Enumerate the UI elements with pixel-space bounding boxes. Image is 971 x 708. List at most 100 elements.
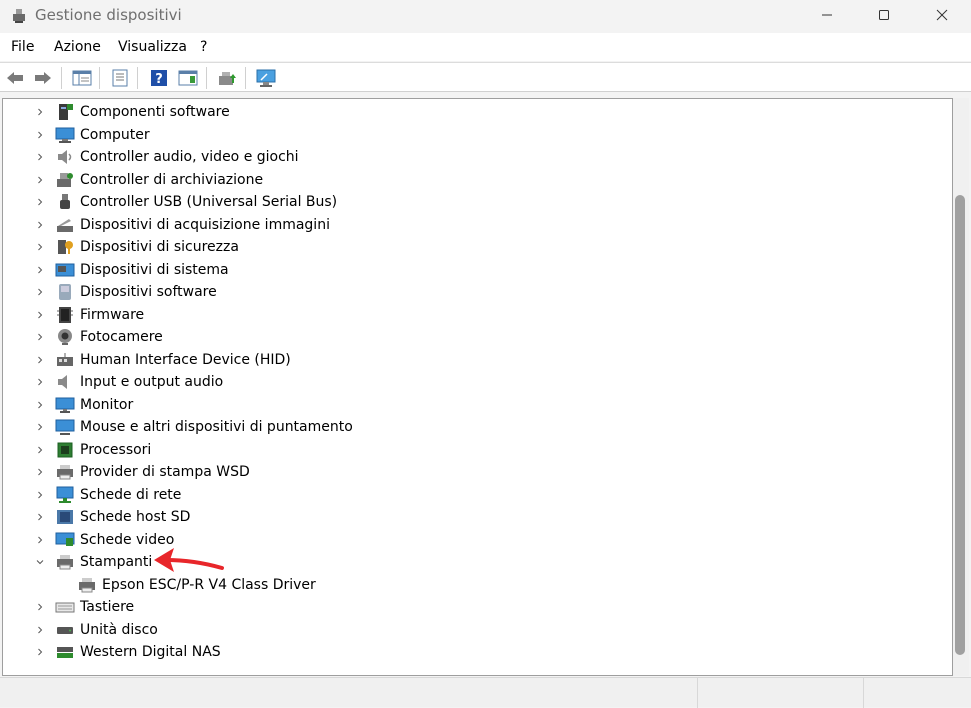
chevron-right-icon[interactable] xyxy=(33,150,47,164)
chevron-right-icon[interactable] xyxy=(33,353,47,367)
back-button[interactable] xyxy=(4,67,26,89)
tree-category[interactable]: Fotocamere xyxy=(33,326,163,348)
chevron-right-icon[interactable] xyxy=(33,443,47,457)
mouse-icon xyxy=(55,417,75,437)
firmware-icon xyxy=(55,305,75,325)
chevron-right-icon[interactable] xyxy=(33,308,47,322)
menu-visualizza[interactable]: Visualizza xyxy=(118,39,187,55)
nas-icon xyxy=(55,642,75,662)
chevron-right-icon[interactable] xyxy=(33,420,47,434)
processor-icon xyxy=(55,440,75,460)
tree-category[interactable]: Schede host SD xyxy=(33,506,190,528)
chevron-right-icon[interactable] xyxy=(33,330,47,344)
chevron-right-icon[interactable] xyxy=(33,218,47,232)
monitor-icon xyxy=(55,395,75,415)
tree-item-label: Controller di archiviazione xyxy=(80,171,264,188)
properties-icon xyxy=(112,69,128,87)
chevron-right-icon[interactable] xyxy=(33,623,47,637)
toolbar-separator xyxy=(61,67,62,89)
help-button[interactable]: ? xyxy=(148,67,170,89)
tree-category[interactable]: Input e output audio xyxy=(33,371,223,393)
forward-icon xyxy=(35,72,51,84)
chevron-right-icon[interactable] xyxy=(33,195,47,209)
chevron-right-icon[interactable] xyxy=(33,533,47,547)
menu-azione[interactable]: Azione xyxy=(54,39,101,55)
tree-item-label: Dispositivi di acquisizione immagini xyxy=(80,216,330,233)
chevron-right-icon[interactable] xyxy=(33,240,47,254)
tree-category[interactable]: Stampanti xyxy=(33,551,152,573)
chevron-right-icon[interactable] xyxy=(33,600,47,614)
maximize-button[interactable] xyxy=(855,0,913,30)
disk-drive-icon xyxy=(55,620,75,640)
tree-category[interactable]: Dispositivi di sicurezza xyxy=(33,236,239,258)
tree-category[interactable]: Dispositivi di sistema xyxy=(33,259,229,281)
menu-help[interactable]: ? xyxy=(200,39,207,55)
tree-category[interactable]: Tastiere xyxy=(33,596,134,618)
chevron-down-icon[interactable] xyxy=(33,555,47,569)
tree-item-label: Computer xyxy=(80,126,150,143)
tree-item-label: Processori xyxy=(80,441,152,458)
network-adapter-icon xyxy=(55,485,75,505)
chevron-right-icon[interactable] xyxy=(33,285,47,299)
menu-file[interactable]: File xyxy=(11,39,34,55)
properties-button[interactable] xyxy=(109,67,131,89)
toolbar-separator xyxy=(206,67,207,89)
close-button[interactable] xyxy=(913,0,971,30)
action-pane-button[interactable] xyxy=(177,67,199,89)
tree-category[interactable]: Computer xyxy=(33,124,150,146)
tree-category[interactable]: Dispositivi di acquisizione immagini xyxy=(33,214,330,236)
device-manager-app-icon xyxy=(13,9,25,23)
tree-category[interactable]: Mouse e altri dispositivi di puntamento xyxy=(33,416,353,438)
forward-button[interactable] xyxy=(32,67,54,89)
chevron-right-icon[interactable] xyxy=(33,375,47,389)
chevron-right-icon[interactable] xyxy=(33,263,47,277)
tree-category[interactable]: Human Interface Device (HID) xyxy=(33,349,291,371)
action-pane-icon xyxy=(178,70,198,86)
close-icon xyxy=(936,9,948,21)
tree-category[interactable]: Schede di rete xyxy=(33,484,181,506)
tree-category[interactable]: Provider di stampa WSD xyxy=(33,461,250,483)
scanner-icon xyxy=(55,215,75,235)
chevron-right-icon[interactable] xyxy=(33,645,47,659)
security-device-icon xyxy=(55,237,75,257)
back-icon xyxy=(7,72,23,84)
tree-category[interactable]: Monitor xyxy=(33,394,133,416)
chevron-right-icon[interactable] xyxy=(33,398,47,412)
tree-category[interactable]: Controller di archiviazione xyxy=(33,169,263,191)
usb-icon xyxy=(55,192,75,212)
tree-category[interactable]: Componenti software xyxy=(33,101,230,123)
tree-category[interactable]: Controller audio, video e giochi xyxy=(33,146,299,168)
tree-item-label: Schede host SD xyxy=(80,509,191,525)
toolbar-separator xyxy=(137,67,138,89)
properties-pane-icon xyxy=(72,70,92,86)
chevron-right-icon[interactable] xyxy=(33,465,47,479)
show-hide-console-tree-button[interactable] xyxy=(71,67,93,89)
chevron-right-icon[interactable] xyxy=(33,173,47,187)
tree-item-label: Stampanti xyxy=(80,554,153,570)
software-component-icon xyxy=(55,102,75,122)
chevron-right-icon[interactable] xyxy=(33,488,47,502)
tree-category[interactable]: Controller USB (Universal Serial Bus) xyxy=(33,191,337,213)
tree-category[interactable]: Firmware xyxy=(33,304,144,326)
scan-hardware-icon xyxy=(256,69,276,87)
sd-host-icon xyxy=(55,507,75,527)
tree-item-label: Dispositivi di sicurezza xyxy=(80,239,239,255)
scrollbar-thumb[interactable] xyxy=(955,195,965,655)
minimize-button[interactable] xyxy=(798,0,856,30)
computer-icon xyxy=(55,125,75,145)
tree-item-label: Firmware xyxy=(80,306,145,323)
annotation-arrow xyxy=(154,548,224,572)
tree-category[interactable]: Unità disco xyxy=(33,619,158,641)
chevron-right-icon[interactable] xyxy=(33,128,47,142)
tree-category[interactable]: Western Digital NAS xyxy=(33,641,221,663)
tree-category[interactable]: Processori xyxy=(33,439,151,461)
chevron-right-icon[interactable] xyxy=(33,510,47,524)
tree-item-label: Tastiere xyxy=(80,599,135,615)
tree-category[interactable]: Dispositivi software xyxy=(33,281,217,303)
svg-text:?: ? xyxy=(155,72,163,87)
update-driver-button[interactable] xyxy=(216,67,238,89)
chevron-right-icon[interactable] xyxy=(33,105,47,119)
audio-io-icon xyxy=(55,372,75,392)
scan-hardware-button[interactable] xyxy=(255,67,277,89)
display-adapter-icon xyxy=(55,530,75,550)
